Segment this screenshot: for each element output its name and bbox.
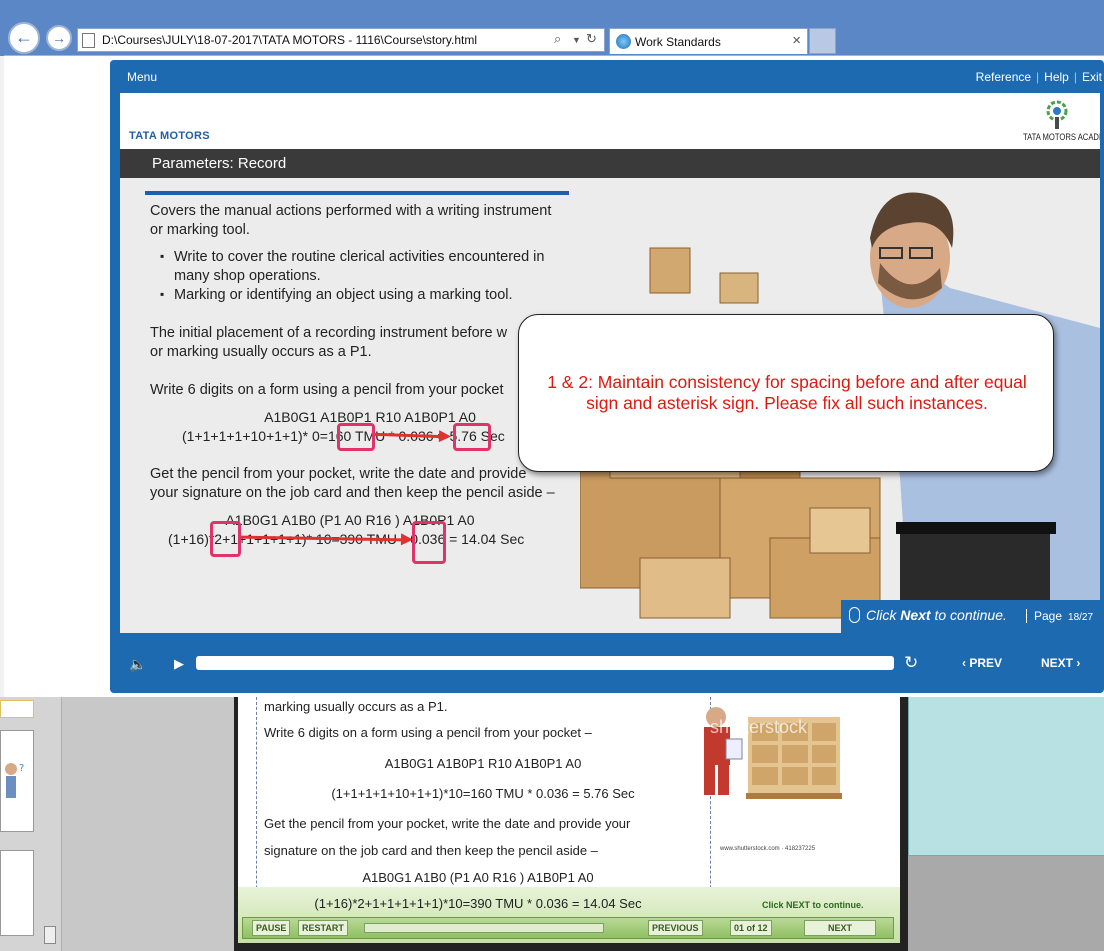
slide-equation: A1B0G1 A1B0P1 R10 A1B0P1 A0	[384, 756, 582, 771]
pause-button[interactable]: PAUSE	[252, 920, 291, 936]
intro-text: or marking tool.	[150, 222, 250, 238]
slide-text: Write 6 digits on a form using a pencil …	[264, 725, 592, 740]
mouse-icon	[849, 607, 860, 623]
bullet-item-cont: many shop operations.	[174, 268, 321, 284]
page-indicator: Page 18/27	[1026, 609, 1093, 623]
slide-counter: 01 of 12	[730, 920, 772, 936]
person-thumbnail-icon: ?	[5, 763, 24, 798]
slide-text: marking usually occurs as a P1.	[264, 699, 448, 714]
slide-thumbnail[interactable]: ?	[0, 730, 34, 832]
browser-tab[interactable]: Work Standards ×	[609, 28, 808, 54]
paragraph: Get the pencil from your pocket, write t…	[150, 466, 527, 482]
refresh-icon[interactable]: ↻	[586, 31, 597, 47]
intro-text: Covers the manual actions performed with…	[150, 203, 552, 219]
svg-text:?: ?	[19, 763, 24, 774]
paragraph: Write 6 digits on a form using a pencil …	[150, 382, 504, 398]
back-arrow-icon: ←	[15, 27, 33, 47]
replay-icon[interactable]: ↻	[904, 653, 918, 673]
back-button[interactable]: ←	[8, 22, 40, 54]
next-button[interactable]: NEXT ›	[1041, 656, 1080, 670]
review-highlight	[210, 521, 241, 557]
review-highlight	[412, 521, 446, 564]
tree-icon	[1046, 100, 1068, 129]
editor-slide-content: marking usually occurs as a P1. Write 6 …	[238, 697, 900, 943]
paragraph: or marking usually occurs as a P1.	[150, 344, 372, 360]
tata-motors-logo: TATA MOTORS	[129, 130, 210, 142]
forward-button[interactable]: →	[46, 25, 72, 51]
close-tab-icon[interactable]: ×	[792, 32, 801, 49]
editor-canvas	[62, 697, 234, 951]
slide-thumbnail[interactable]	[0, 850, 34, 936]
slide-equation: (1+16)*2+1+1+1+1+1)*10=390 TMU * 0.036 =…	[314, 896, 642, 911]
thumbnail-scrollbar[interactable]	[44, 926, 56, 944]
slide-text: signature on the job card and then keep …	[264, 843, 598, 858]
editor-slide: marking usually occurs as a P1. Write 6 …	[234, 697, 908, 951]
academy-name: TATA MOTORS ACADEMY	[1023, 132, 1100, 142]
dropdown-icon[interactable]: ▼	[572, 35, 581, 45]
help-link[interactable]: Help	[1044, 70, 1069, 84]
stock-url: www.shutterstock.com · 418237225	[720, 846, 816, 852]
search-icon[interactable]: ⌕	[554, 31, 561, 47]
editor-side-panel	[908, 697, 1104, 856]
continue-text: Click Next to continue.	[866, 607, 1007, 623]
top-links: Reference | Help | Exit	[975, 70, 1102, 84]
bullet-item: Marking or identifying an object using a…	[160, 287, 512, 303]
page-icon	[82, 33, 95, 48]
prev-button[interactable]: ‹ PREV	[962, 656, 1002, 670]
paragraph: your signature on the job card and then …	[150, 485, 555, 501]
academy-logo: TATA MOTORS ACADEMY	[1017, 99, 1100, 147]
review-highlight	[337, 423, 375, 451]
ie-icon	[616, 34, 631, 49]
exit-link[interactable]: Exit	[1082, 70, 1102, 84]
continue-bar: Click Next to continue. Page 18/27	[841, 600, 1100, 633]
seek-bar[interactable]	[196, 656, 894, 670]
click-next-text: Click NEXT to continue.	[762, 900, 864, 910]
paragraph: The initial placement of a recording ins…	[150, 325, 508, 341]
slide-progress-bar[interactable]	[364, 923, 604, 933]
chevron-right-icon: ›	[1076, 656, 1081, 670]
forward-arrow-icon: →	[52, 30, 66, 46]
slide-thumbnail[interactable]	[0, 700, 34, 718]
new-tab-button[interactable]	[809, 28, 836, 54]
address-bar[interactable]: D:\Courses\JULY\18-07-2017\TATA MOTORS -…	[77, 28, 605, 52]
review-comment-text: 1 & 2: Maintain consistency for spacing …	[547, 372, 1027, 413]
slide-text: Get the pencil from your pocket, write t…	[264, 816, 631, 831]
next-button[interactable]: NEXT	[804, 920, 876, 936]
previous-button[interactable]: PREVIOUS	[648, 920, 703, 936]
restart-button[interactable]: RESTART	[298, 920, 348, 936]
slide-equation: (1+1+1+1+10+1+1)*10=160 TMU * 0.036 = 5.…	[331, 786, 635, 801]
reference-link[interactable]: Reference	[976, 70, 1031, 84]
menu-link[interactable]: Menu	[127, 70, 157, 84]
play-icon[interactable]: ▶	[174, 656, 184, 672]
slide-header: Parameters: Record	[120, 149, 1100, 178]
slide-equation: A1B0G1 A1B0 (P1 A0 R16 ) A1B0P1 A0	[362, 870, 594, 885]
tab-title: Work Standards	[635, 35, 721, 49]
review-highlight	[453, 423, 491, 451]
speaker-icon[interactable]: 🔈	[129, 656, 146, 673]
watermark: shutterstock	[710, 717, 808, 737]
url-text[interactable]: D:\Courses\JULY\18-07-2017\TATA MOTORS -…	[102, 33, 477, 47]
divider	[145, 191, 569, 195]
slide-title: Parameters: Record	[152, 155, 287, 172]
bullet-item: Write to cover the routine clerical acti…	[160, 249, 544, 265]
review-comment-box: 1 & 2: Maintain consistency for spacing …	[518, 314, 1054, 472]
chevron-left-icon: ‹	[962, 656, 966, 670]
